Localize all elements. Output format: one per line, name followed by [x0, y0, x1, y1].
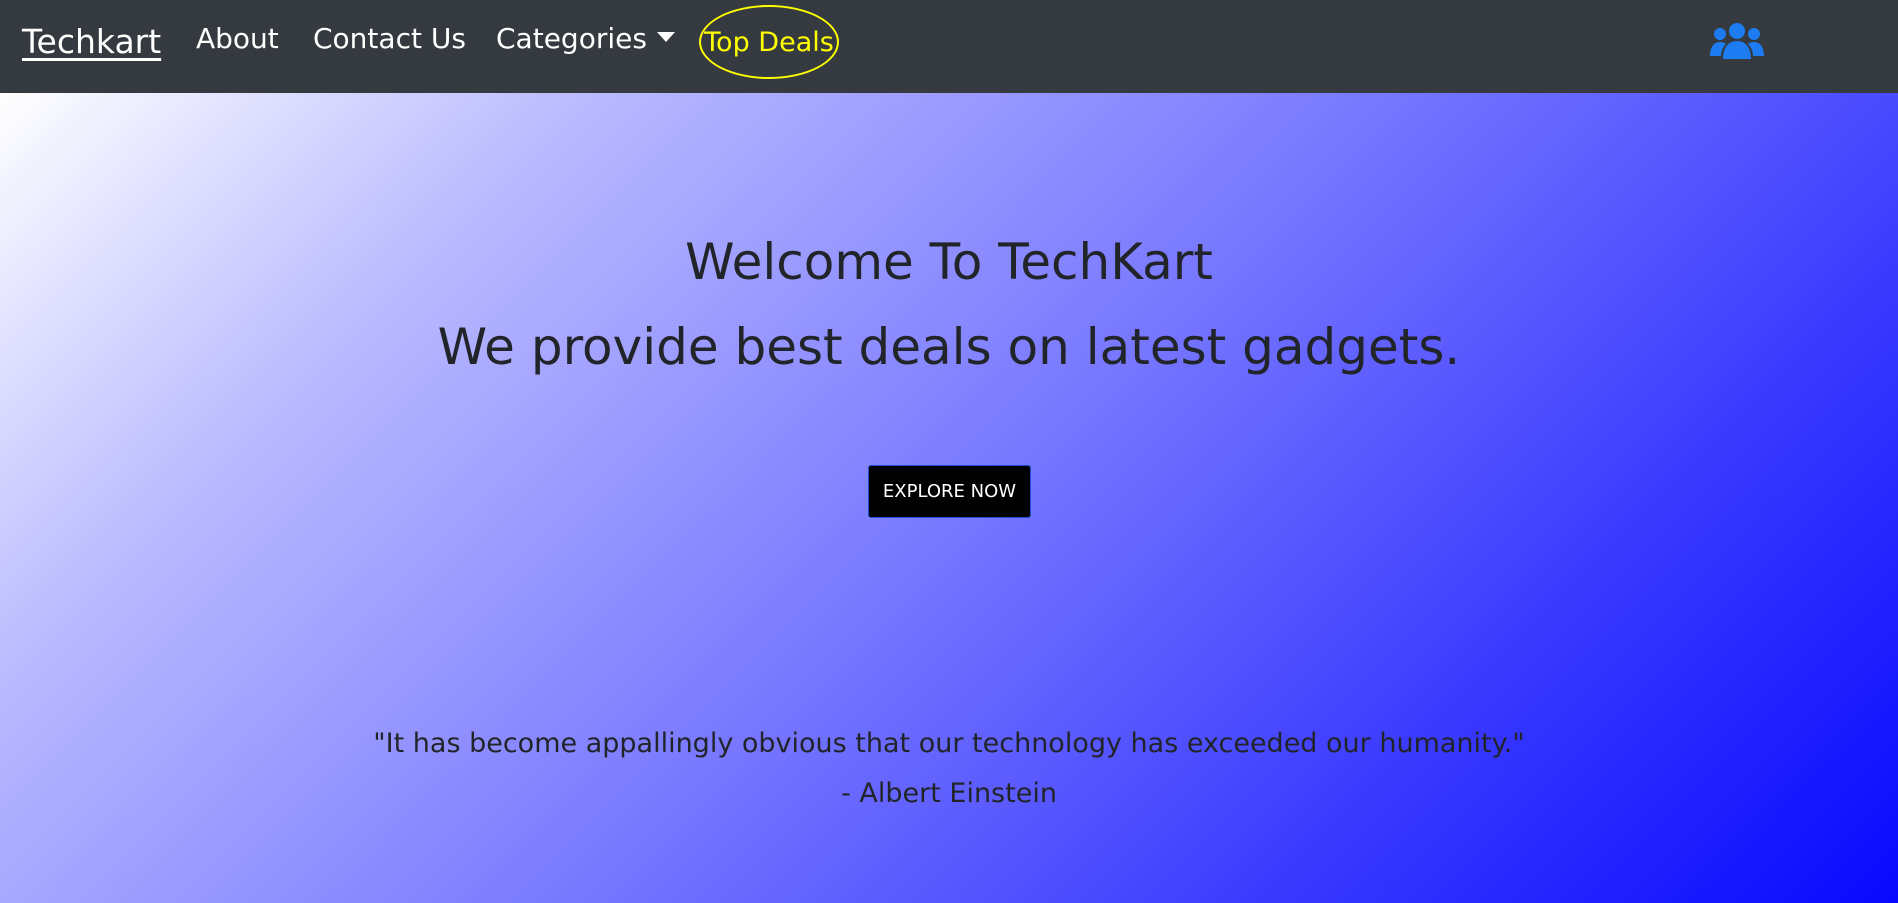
users-icon-graphic [1710, 23, 1764, 59]
caret-down-icon [656, 32, 675, 42]
explore-now-button[interactable]: EXPLORE NOW [868, 465, 1031, 518]
users-icon[interactable] [1710, 22, 1764, 60]
nav-about-link[interactable]: About [196, 22, 279, 55]
quote-text: "It has become appallingly obvious that … [373, 728, 1525, 759]
nav-contact-link[interactable]: Contact Us [313, 22, 466, 55]
hero-subtitle: We provide best deals on latest gadgets. [437, 318, 1461, 376]
top-deals-link[interactable]: Top Deals [699, 5, 839, 79]
quote-author: - Albert Einstein [841, 778, 1057, 809]
nav-categories-label: Categories [496, 22, 647, 55]
brand-logo-link[interactable]: Techkart [22, 22, 161, 61]
nav-categories-dropdown[interactable]: Categories [496, 22, 675, 55]
hero-title: Welcome To TechKart [685, 233, 1213, 291]
hero-section: Welcome To TechKart We provide best deal… [0, 93, 1898, 903]
top-navbar: Techkart About Contact Us Categories Top… [0, 0, 1898, 93]
